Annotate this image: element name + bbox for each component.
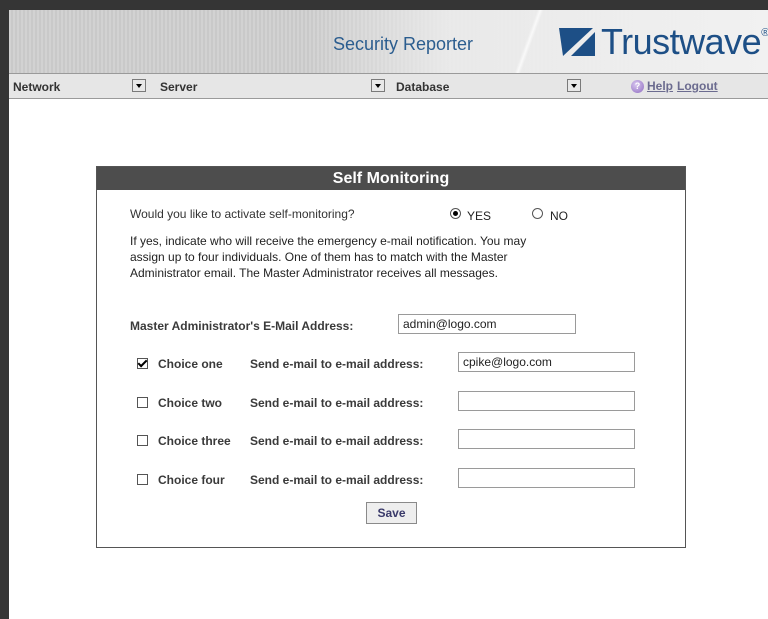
choice-one-label: Choice one: [158, 357, 223, 371]
choice-three-email-input[interactable]: [458, 429, 635, 449]
choice-four-email-input[interactable]: [458, 468, 635, 488]
master-email-input[interactable]: admin@logo.com: [398, 314, 576, 334]
nav-network-label[interactable]: Network: [13, 80, 60, 94]
help-link-group: ? Help Logout: [631, 79, 718, 93]
save-button[interactable]: Save: [366, 502, 417, 524]
nav-database-label[interactable]: Database: [396, 80, 449, 94]
info-line: Administrator email. The Master Administ…: [130, 266, 498, 280]
choice-four-checkbox[interactable]: [137, 474, 148, 485]
brand-logo: Trustwave®: [557, 21, 768, 62]
info-line: If yes, indicate who will receive the em…: [130, 234, 527, 248]
master-email-label: Master Administrator's E-Mail Address:: [130, 319, 354, 333]
choice-three-label: Choice three: [158, 434, 231, 448]
info-line: assign up to four individuals. One of th…: [130, 250, 508, 264]
nav-server-label[interactable]: Server: [160, 80, 197, 94]
brand-name: Trustwave®: [601, 21, 768, 62]
no-radio[interactable]: [532, 208, 543, 219]
activation-question: Would you like to activate self-monitori…: [130, 207, 355, 221]
choice-four-label: Choice four: [158, 473, 225, 487]
help-link[interactable]: Help: [647, 79, 673, 93]
choice-one-send-label: Send e-mail to e-mail address:: [250, 357, 424, 371]
choice-two-label: Choice two: [158, 396, 223, 410]
self-monitoring-panel: Self Monitoring Would you like to activa…: [96, 166, 686, 548]
choice-three-send-label: Send e-mail to e-mail address:: [250, 434, 424, 448]
nav-bar: Network Server Database ? Help Logout: [9, 73, 768, 99]
yes-radio[interactable]: [450, 208, 461, 219]
choice-one-email-input[interactable]: cpike@logo.com: [458, 352, 635, 372]
window-left-border: [0, 0, 9, 619]
server-dropdown-chevron-down-icon[interactable]: [371, 79, 385, 92]
choice-three-checkbox[interactable]: [137, 435, 148, 446]
header-banner: Security Reporter Trustwave®: [9, 10, 768, 73]
database-dropdown-chevron-down-icon[interactable]: [567, 79, 581, 92]
yes-label: YES: [467, 209, 492, 223]
logout-link[interactable]: Logout: [677, 79, 718, 93]
no-label: NO: [550, 209, 568, 223]
help-icon[interactable]: ?: [631, 79, 644, 93]
window-top-border: [0, 0, 768, 10]
choice-one-checkbox[interactable]: [137, 358, 148, 369]
panel-title: Self Monitoring: [97, 167, 685, 190]
choice-two-checkbox[interactable]: [137, 397, 148, 408]
product-title: Security Reporter: [333, 34, 474, 54]
network-dropdown-chevron-down-icon[interactable]: [132, 79, 146, 92]
choice-four-send-label: Send e-mail to e-mail address:: [250, 473, 424, 487]
choice-two-send-label: Send e-mail to e-mail address:: [250, 396, 424, 410]
info-paragraph: If yes, indicate who will receive the em…: [130, 233, 620, 281]
choice-two-email-input[interactable]: [458, 391, 635, 411]
trustwave-logo-icon: [559, 28, 595, 56]
